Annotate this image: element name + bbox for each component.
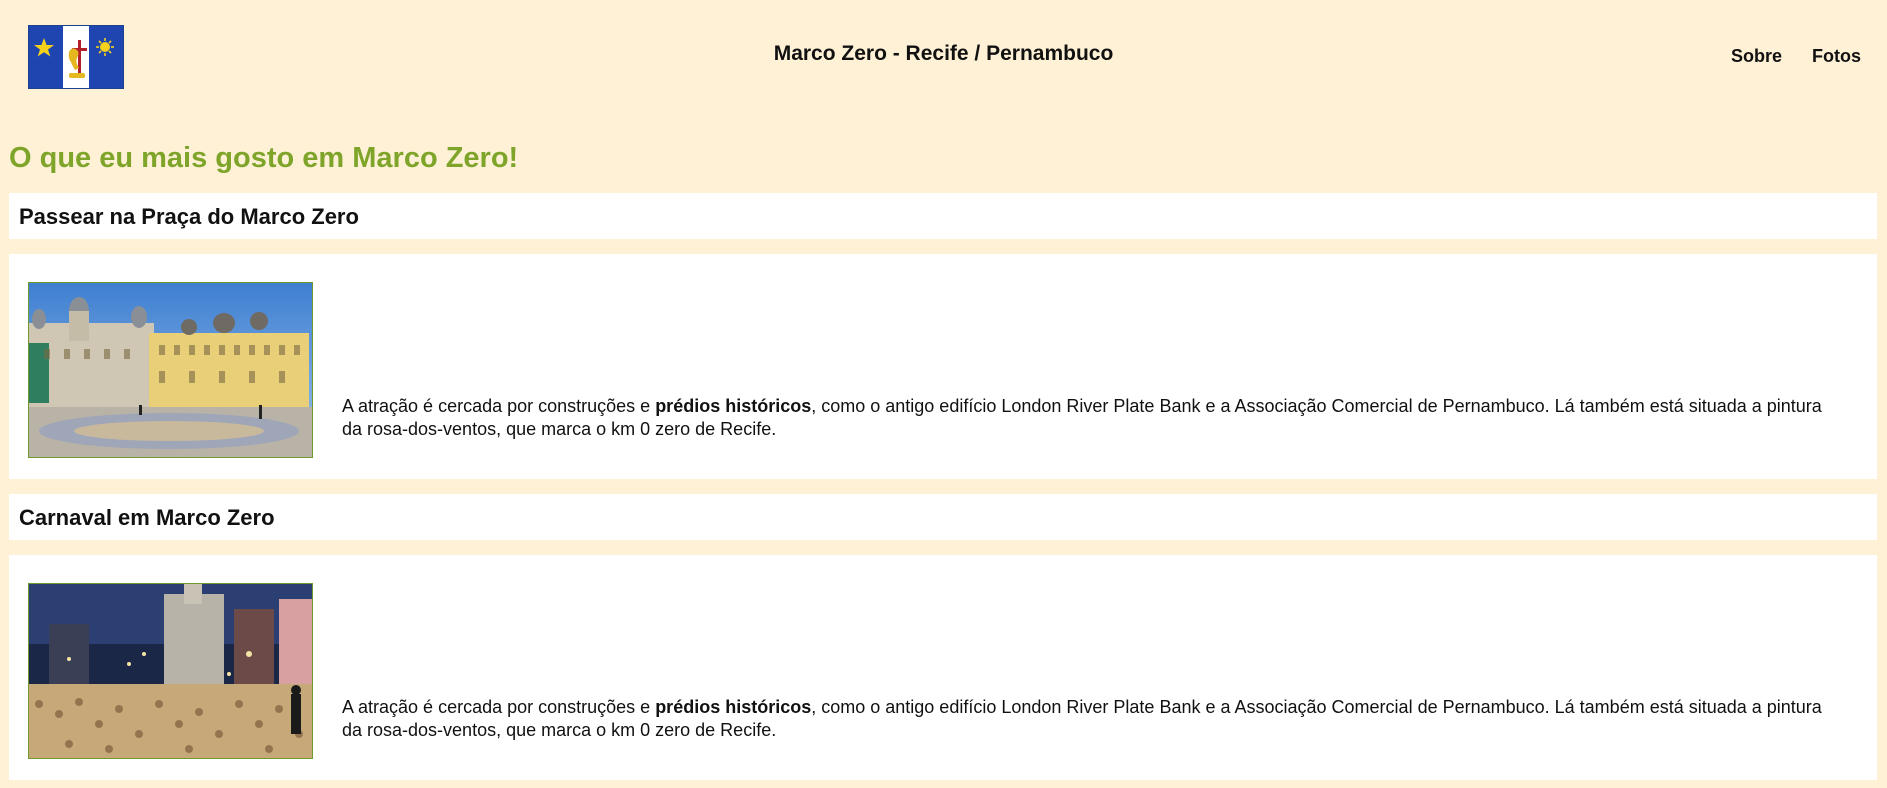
section-description-praca: A atração é cercada por construções e pr… [342, 396, 1822, 439]
nav-link-fotos[interactable]: Fotos [1812, 46, 1861, 67]
section-title-carnaval: Carnaval em Marco Zero [9, 494, 1877, 540]
highlight-text: prédios históricos [655, 697, 812, 717]
site-title: Marco Zero - Recife / Pernambuco [773, 42, 1114, 65]
section-description-carnaval: A atração é cercada por construções e pr… [342, 697, 1822, 740]
page-heading: O que eu mais gosto em Marco Zero! [9, 142, 519, 174]
photo-praca-marco-zero [28, 282, 313, 458]
section-card-praca: A atração é cercada por construções e pr… [9, 254, 1877, 479]
photo-carnaval-marco-zero [28, 583, 313, 759]
section-card-carnaval: A atração é cercada por construções e pr… [9, 555, 1877, 780]
highlight-text: prédios históricos [655, 396, 812, 416]
main-nav: Sobre Fotos [1731, 46, 1861, 67]
section-title-praca: Passear na Praça do Marco Zero [9, 193, 1877, 239]
nav-link-sobre[interactable]: Sobre [1731, 46, 1782, 67]
site-header: Marco Zero - Recife / Pernambuco Sobre F… [0, 0, 1887, 116]
